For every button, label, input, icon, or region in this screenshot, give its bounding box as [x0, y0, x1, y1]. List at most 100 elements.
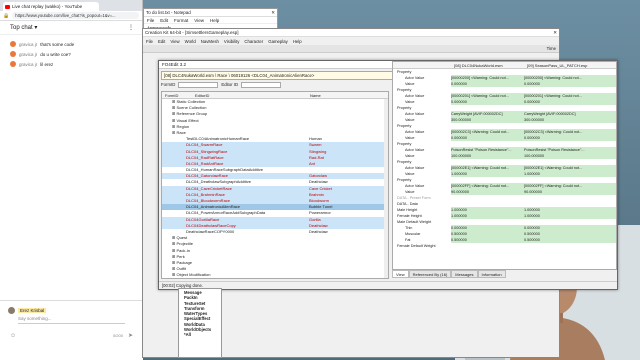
menu-view[interactable]: View [194, 18, 204, 23]
menu-help[interactable]: Help [210, 18, 219, 23]
chat-header: Top chat ▾ ⋮ [0, 21, 142, 35]
browser-window: Live chat replay (wakko) - YouTube 🔒 htt… [0, 0, 143, 360]
avatar [10, 51, 16, 57]
tab-referenced-by[interactable]: Referenced By (16) [408, 270, 452, 278]
status-bar: [00:02] Copying done. [159, 281, 617, 289]
chat-mode-dropdown[interactable]: Top chat ▾ [10, 24, 37, 31]
tree-row-editorid: Pack-In [176, 247, 191, 253]
message-author: gravica jr [19, 51, 38, 57]
ck-menu-edit[interactable]: Edit [158, 39, 165, 44]
ck-menu-navmesh[interactable]: NavMesh [201, 39, 219, 44]
tree-row-editorid: Non-Player Character (Actor) [176, 278, 228, 279]
grid-col-plugin-1[interactable]: [08] DLC04NukaWorld.esm [451, 62, 524, 68]
tab-messages[interactable]: Messages [451, 270, 478, 278]
category-items: Message PackIn TextureSet Transform WaterTyp… [179, 289, 221, 338]
grid-row[interactable]: Female Default Weight [393, 243, 616, 249]
tree-row-editorid: Region [176, 123, 190, 129]
tree-row-editorid: DLC04_AnimatronicAlienRace [186, 204, 241, 210]
notepad-titlebar: To do list.txt - Notepad ✕ [144, 9, 277, 17]
ck-toolbar: Time [143, 45, 559, 53]
grid-col-0 [393, 62, 451, 68]
tree-row-editorid: DLC04_PowerArmorRaceAddSubgraphData [186, 210, 266, 216]
bottom-tabs: View Referenced By (16) Messages Informa… [392, 270, 506, 278]
more-options-icon[interactable]: ⋮ [128, 24, 134, 31]
tab-view[interactable]: View [392, 270, 409, 278]
record-view-grid[interactable]: [08] DLC04NukaWorld.esm [09] SeasonPass_… [392, 61, 617, 270]
tree-row-editorid: DLC04_StingwingRace [186, 148, 228, 154]
tree-row-editorid: Reference Group [176, 111, 208, 117]
tree-col-name[interactable]: Name [307, 92, 324, 98]
ck-titlebar: Creation Kit 64-bit - [SimsettlersGamepl… [143, 29, 559, 37]
message-text: lil erez [40, 61, 54, 67]
message-author: gravica jr [19, 61, 38, 67]
chat-message: gravica jr that's some code [0, 39, 142, 49]
ck-menu-help[interactable]: Help [293, 39, 302, 44]
message-text: do u write coe? [40, 51, 71, 57]
tree-row-editorid: Object Modification [176, 272, 211, 278]
category-item[interactable]: *All [179, 332, 221, 337]
tree-row-editorid: Visual Effect [176, 117, 199, 123]
chevron-down-icon: ▾ [34, 25, 38, 31]
user-avatar [8, 307, 15, 314]
chat-message: gravica jr do u write coe? [0, 49, 142, 59]
ck-menu-visibility[interactable]: Visibility [224, 39, 239, 44]
chat-messages: gravica jr that's some code gravica jr d… [0, 35, 142, 69]
chat-input-field[interactable]: Say something... [18, 316, 125, 324]
tree-row-editorid: Outfit [176, 266, 187, 272]
close-icon[interactable]: ✕ [271, 10, 275, 16]
menu-format[interactable]: Format [174, 18, 188, 23]
ck-menu-file[interactable]: File [146, 39, 153, 44]
browser-tab[interactable]: Live chat replay (wakko) - YouTube [3, 2, 99, 11]
tree-scrollbar[interactable] [384, 99, 388, 278]
send-icon[interactable]: ➤ [128, 332, 133, 339]
tree-row-editorid: DLC04DeathclawRaceCopy [186, 222, 236, 228]
formid-input[interactable] [178, 81, 219, 88]
input-username: Erez Krisbal [18, 308, 47, 313]
tree-row-editorid: DLC04GorillaRace [186, 216, 220, 222]
menu-edit[interactable]: Edit [160, 18, 168, 23]
record-tree[interactable]: FormID EditorID Name ⊞ Static Collection… [161, 91, 389, 279]
ck-menu-character[interactable]: Character [244, 39, 263, 44]
chat-header-label: Top chat [10, 25, 33, 31]
emoji-icon[interactable]: ☺ [10, 333, 16, 339]
grid-cell [524, 243, 616, 249]
browser-tab-bar: Live chat replay (wakko) - YouTube [0, 0, 142, 11]
tree-row-editorid: DLC04_GatorclawRace [186, 173, 229, 179]
tree-row-editorid: DLC04_RadAntRace [186, 160, 224, 166]
grid-header: [08] DLC04NukaWorld.esm [09] SeasonPass_… [393, 62, 616, 69]
tree-row-editorid: Static Collection [176, 99, 206, 104]
editorid-input[interactable] [241, 81, 282, 88]
ck-menu-gameplay[interactable]: Gameplay [268, 39, 288, 44]
close-icon[interactable]: ✕ [553, 30, 557, 36]
ck-menu-world[interactable]: World [185, 39, 196, 44]
grid-cell: Female Default Weight [397, 244, 436, 248]
tree-row-editorid: Package [176, 259, 193, 265]
tree-row-editorid: DLC04_BrahminRace [186, 191, 225, 197]
object-category-list: Message PackIn TextureSet Transform WaterTyp… [178, 288, 222, 358]
tree-row-editorid: TestDLC04AnimatronicHumanRace [186, 136, 250, 142]
tree-row-editorid: Race [176, 129, 186, 135]
tree-col-formid[interactable]: FormID [162, 92, 192, 98]
tab-information[interactable]: Information [477, 270, 506, 278]
chat-message: gravica jr lil erez [0, 59, 142, 69]
tree-row-editorid: DeathclawRaceCOPY0000 [186, 228, 235, 234]
ck-menu-view[interactable]: View [170, 39, 179, 44]
tree-row[interactable]: ⊞ Non-Player Character (Actor) [162, 278, 388, 279]
tree-col-editorid[interactable]: EditorID [192, 92, 307, 98]
tree-row-editorid: DLC04_BloodwormRace [186, 198, 231, 203]
editorid-label: Editor ID [221, 82, 239, 87]
address-bar: 🔒 https://www.youtube.com/live_chat?is_p… [0, 11, 142, 21]
youtube-favicon-icon [5, 4, 10, 9]
url-field[interactable]: https://www.youtube.com/live_chat?is_pop… [12, 12, 139, 19]
expand-icon[interactable]: ⊞ [172, 278, 176, 279]
tree-row-editorid: Scene Collection [176, 105, 207, 111]
fo4edit-title: FO4Edit 3.2 [162, 62, 187, 67]
chat-input-area: Erez Krisbal Say something... ☺ 0/200 ➤ [0, 300, 143, 360]
ck-title: Creation Kit 64-bit - [SimsettlersGamepl… [145, 30, 239, 35]
message-author: gravica jr [19, 41, 38, 47]
lock-icon: 🔒 [3, 12, 10, 19]
tree-row-editorid: DLC04_DeathclawSubgraphAdditive [186, 179, 251, 185]
menu-file[interactable]: File [147, 18, 154, 23]
grid-col-plugin-2[interactable]: [09] SeasonPass_UL_PATCH.esp [524, 62, 590, 68]
tree-row-editorid: DLC04_SwarmRace [186, 142, 223, 148]
